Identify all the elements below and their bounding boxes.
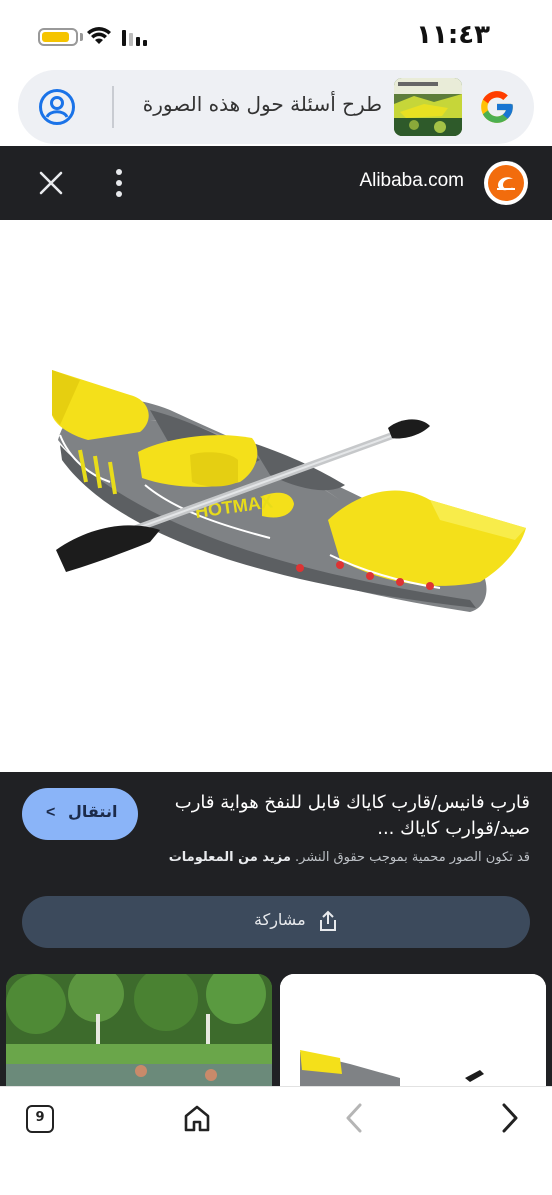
tabs-count-label: 9: [35, 1110, 45, 1125]
back-arrow-icon[interactable]: [342, 1101, 366, 1135]
result-info-panel: < انتقال قارب فانيس/قارب كاياك قابل للنف…: [0, 772, 552, 1086]
result-title[interactable]: قارب فانيس/قارب كاياك قابل للنفخ هواية ق…: [154, 790, 530, 842]
status-time: ١١:٤٣: [416, 20, 490, 50]
site-header: Alibaba.com: [0, 146, 552, 220]
site-name[interactable]: Alibaba.com: [359, 170, 464, 192]
copyright-notice: قد تكون الصور محمية بموجب حقوق النشر. مز…: [20, 850, 530, 865]
battery-level: [42, 32, 69, 42]
share-button[interactable]: مشاركة: [22, 896, 530, 948]
share-button-label: مشاركة: [254, 910, 306, 929]
home-icon[interactable]: [182, 1103, 212, 1133]
visit-button-label: انتقال: [68, 802, 118, 821]
close-icon[interactable]: [38, 170, 64, 196]
related-image-card[interactable]: [280, 974, 546, 1086]
search-input[interactable]: طرح أسئلة حول هذه الصورة: [143, 92, 382, 116]
lens-search-bar[interactable]: طرح أسئلة حول هذه الصورة: [18, 70, 534, 144]
alibaba-logo[interactable]: [484, 161, 528, 205]
copyright-text: قد تكون الصور محمية بموجب حقوق النشر.: [295, 850, 530, 865]
account-icon[interactable]: [38, 88, 76, 126]
search-divider: [112, 86, 114, 128]
wifi-icon: [87, 27, 111, 44]
visit-button[interactable]: < انتقال: [22, 788, 138, 840]
more-info-link[interactable]: مزيد من المعلومات: [169, 850, 291, 865]
chevron-left-icon: <: [46, 804, 56, 821]
search-image-thumbnail[interactable]: [394, 78, 462, 136]
share-icon: [320, 910, 336, 931]
kayak-illustration: HOTMAX: [52, 370, 526, 612]
cellular-signal-icon: [122, 30, 147, 46]
battery-tip: [80, 33, 83, 41]
forward-arrow-icon[interactable]: [498, 1101, 522, 1135]
status-bar: ١١:٤٣: [0, 0, 552, 70]
related-image-card[interactable]: [6, 974, 272, 1086]
battery-icon: [38, 28, 78, 46]
google-logo: [481, 91, 513, 123]
product-image[interactable]: HOTMAX: [0, 220, 552, 772]
bottom-navigation: 9: [0, 1086, 552, 1195]
tabs-button[interactable]: 9: [26, 1105, 54, 1133]
more-vert-icon[interactable]: [112, 166, 126, 200]
page: ١١:٤٣ طرح أسئلة حول هذه الصورة Alibaba.c…: [0, 0, 552, 1195]
